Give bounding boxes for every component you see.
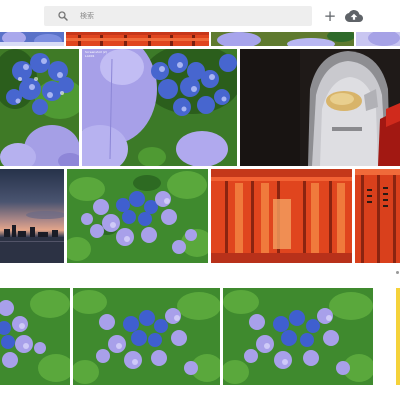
photo-torii-tunnel-2[interactable] xyxy=(355,169,400,263)
photo-hydrangea-strip-3[interactable] xyxy=(356,32,400,46)
cloud-upload-icon[interactable] xyxy=(345,7,363,25)
photo-hydrangea-strip-2[interactable] xyxy=(211,32,354,46)
photo-hydrangea-blue-2[interactable]: Screenshot (2) LA001 xyxy=(82,49,237,166)
photo-library-page: + xyxy=(0,0,400,400)
search-bar[interactable] xyxy=(44,6,312,26)
photo-caption: Screenshot (2) LA001 xyxy=(85,50,107,58)
top-bar: + xyxy=(0,0,400,32)
photo-robot-figure[interactable] xyxy=(240,49,400,166)
search-icon xyxy=(58,11,68,21)
photo-torii-strip[interactable] xyxy=(66,32,209,46)
photo-hydrangea-purple-3[interactable] xyxy=(73,288,220,385)
photo-yellow-partial[interactable] xyxy=(396,288,400,385)
photo-hydrangea-blue-1[interactable] xyxy=(0,49,79,166)
photo-torii-tunnel-1[interactable] xyxy=(211,169,352,263)
photo-hydrangea-purple-2[interactable] xyxy=(0,288,70,385)
photo-hydrangea-strip-1[interactable] xyxy=(0,32,64,46)
search-input[interactable] xyxy=(80,8,300,24)
scroll-indicator-dot xyxy=(396,271,399,274)
photo-hydrangea-purple-1[interactable] xyxy=(67,169,208,263)
add-icon[interactable]: + xyxy=(321,7,339,25)
photo-hydrangea-purple-4[interactable] xyxy=(223,288,373,385)
photo-city-dusk[interactable] xyxy=(0,169,64,263)
caption-line-2: LA001 xyxy=(85,54,95,58)
